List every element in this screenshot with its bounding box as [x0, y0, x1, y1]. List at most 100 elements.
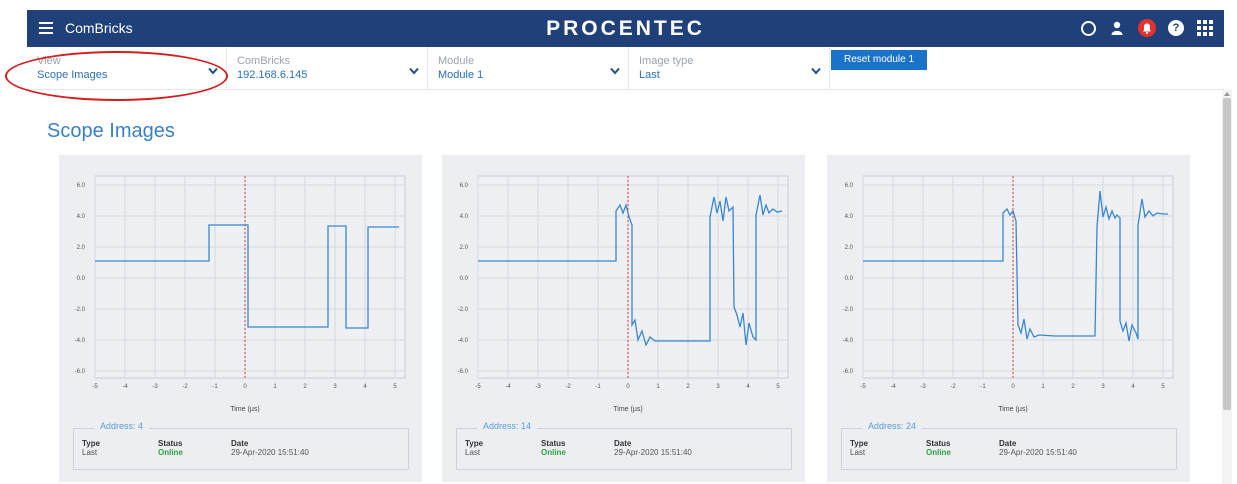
x-tick-label: -5 — [475, 384, 481, 390]
x-tick-label: 4 — [1131, 384, 1135, 390]
image-type-value: Last — [639, 69, 660, 81]
status-header: Status — [926, 439, 951, 448]
apps-grid-icon[interactable] — [1196, 19, 1214, 37]
y-tick-label: -6.0 — [458, 369, 469, 375]
view-value: Scope Images — [37, 69, 108, 81]
x-tick-label: -4 — [505, 384, 511, 390]
date-value: 29-Apr-2020 15:51:40 — [614, 448, 692, 457]
x-tick-label: 3 — [716, 384, 720, 390]
status-ring-icon[interactable] — [1081, 20, 1096, 36]
plot-area — [94, 175, 406, 379]
x-tick-label: 2 — [303, 384, 307, 390]
scope-card-3: 6.0 4.0 2.0 0.0 -2.0 -4.0 -6.0 -5 -4 -3 … — [827, 155, 1190, 482]
brand-logo: PROCENTEC — [546, 17, 705, 40]
y-tick-label: -4.0 — [75, 338, 86, 344]
x-tick-label: -1 — [980, 384, 986, 390]
x-tick-labels: -5 -4 -3 -2 -1 0 1 2 3 4 5 — [860, 384, 1165, 390]
x-tick-label: 1 — [656, 384, 660, 390]
module-value: Module 1 — [438, 69, 484, 81]
x-tick-label: 3 — [333, 384, 337, 390]
combricks-value: 192.168.6.145 — [237, 69, 308, 81]
date-header: Date — [231, 439, 249, 448]
scope-chart: 6.0 4.0 2.0 0.0 -2.0 -4.0 -6.0 -5 -4 -3 … — [458, 175, 789, 413]
chevron-down-icon[interactable] — [811, 67, 821, 75]
y-tick-label: -2.0 — [75, 307, 86, 313]
scrollbar-thumb[interactable] — [1223, 98, 1231, 410]
x-tick-label: -1 — [212, 384, 218, 390]
type-value: Last — [465, 448, 481, 457]
status-value: Online — [158, 448, 183, 457]
x-tick-labels: -5 -4 -3 -2 -1 0 1 2 3 4 5 — [92, 384, 397, 390]
x-tick-label: 4 — [363, 384, 367, 390]
info-panel: Address: 4 Type Last Status Online Date 29-… — [73, 421, 409, 470]
x-tick-label: -2 — [182, 384, 188, 390]
y-tick-label: -4.0 — [458, 338, 469, 344]
y-tick-label: 2.0 — [460, 245, 469, 251]
scope-card-1: 6.0 4.0 2.0 0.0 -2.0 -4.0 -6.0 -5 -4 -3 … — [59, 155, 422, 482]
scroll-up-icon[interactable] — [1224, 92, 1230, 96]
bell-icon[interactable] — [1138, 19, 1156, 37]
view-label: View — [37, 55, 61, 67]
x-tick-labels: -5 -4 -3 -2 -1 0 1 2 3 4 5 — [475, 384, 780, 390]
type-value: Last — [82, 448, 98, 457]
status-value: Online — [926, 448, 951, 457]
help-icon[interactable]: ? — [1168, 20, 1184, 36]
plot-area — [862, 175, 1174, 379]
x-tick-label: -2 — [950, 384, 956, 390]
image-type-select[interactable]: Image type Last — [629, 47, 830, 89]
reset-module-button[interactable]: Reset module 1 — [831, 50, 927, 70]
x-tick-label: -4 — [122, 384, 128, 390]
y-tick-label: -6.0 — [75, 369, 86, 375]
x-tick-label: 5 — [1161, 384, 1165, 390]
date-header: Date — [614, 439, 632, 448]
user-icon[interactable] — [1108, 19, 1126, 37]
view-select[interactable]: View Scope Images — [27, 47, 227, 89]
chevron-down-icon[interactable] — [208, 67, 218, 75]
status-header: Status — [158, 439, 183, 448]
chevron-down-icon[interactable] — [610, 67, 620, 75]
x-tick-label: 1 — [1041, 384, 1045, 390]
y-tick-label: 2.0 — [845, 245, 854, 251]
x-tick-label: 3 — [1101, 384, 1105, 390]
date-value: 29-Apr-2020 15:51:40 — [231, 448, 309, 457]
address-label: Address: 4 — [94, 421, 150, 431]
x-axis-label: Time (µs) — [998, 406, 1027, 413]
y-tick-label: -6.0 — [843, 369, 854, 375]
combricks-select[interactable]: ComBricks 192.168.6.145 — [227, 47, 428, 89]
image-type-label: Image type — [639, 55, 694, 67]
x-tick-label: -3 — [535, 384, 541, 390]
address-label: Address: 24 — [862, 421, 923, 431]
x-tick-label: -5 — [92, 384, 98, 390]
y-tick-label: 4.0 — [845, 214, 854, 220]
y-tick-labels: 6.0 4.0 2.0 0.0 -2.0 -4.0 -6.0 — [75, 183, 86, 375]
y-tick-label: -2.0 — [843, 307, 854, 313]
type-header: Type — [82, 439, 101, 448]
x-axis-label: Time (µs) — [230, 406, 259, 413]
x-axis-label: Time (µs) — [613, 406, 642, 413]
x-tick-label: -2 — [565, 384, 571, 390]
scrollbar[interactable] — [1222, 90, 1232, 484]
plot-area — [477, 175, 789, 379]
y-tick-label: 6.0 — [77, 183, 86, 189]
page-title: Scope Images — [47, 120, 175, 143]
module-select[interactable]: Module Module 1 — [428, 47, 629, 89]
y-tick-label: 6.0 — [460, 183, 469, 189]
module-label: Module — [438, 55, 475, 67]
y-tick-label: -2.0 — [458, 307, 469, 313]
x-tick-label: 1 — [273, 384, 277, 390]
date-value: 29-Apr-2020 15:51:40 — [999, 448, 1077, 457]
y-tick-label: 6.0 — [845, 183, 854, 189]
address-label: Address: 14 — [477, 421, 538, 431]
scope-card-2: 6.0 4.0 2.0 0.0 -2.0 -4.0 -6.0 -5 -4 -3 … — [442, 155, 805, 482]
x-tick-label: 2 — [1071, 384, 1075, 390]
x-tick-label: -4 — [890, 384, 896, 390]
type-value: Last — [850, 448, 866, 457]
x-tick-label: 5 — [776, 384, 780, 390]
type-header: Type — [465, 439, 484, 448]
combricks-label: ComBricks — [237, 55, 291, 67]
y-tick-label: 4.0 — [77, 214, 86, 220]
x-tick-label: 2 — [686, 384, 690, 390]
y-tick-label: 4.0 — [460, 214, 469, 220]
chevron-down-icon[interactable] — [409, 67, 419, 75]
x-tick-label: 0 — [1011, 384, 1015, 390]
